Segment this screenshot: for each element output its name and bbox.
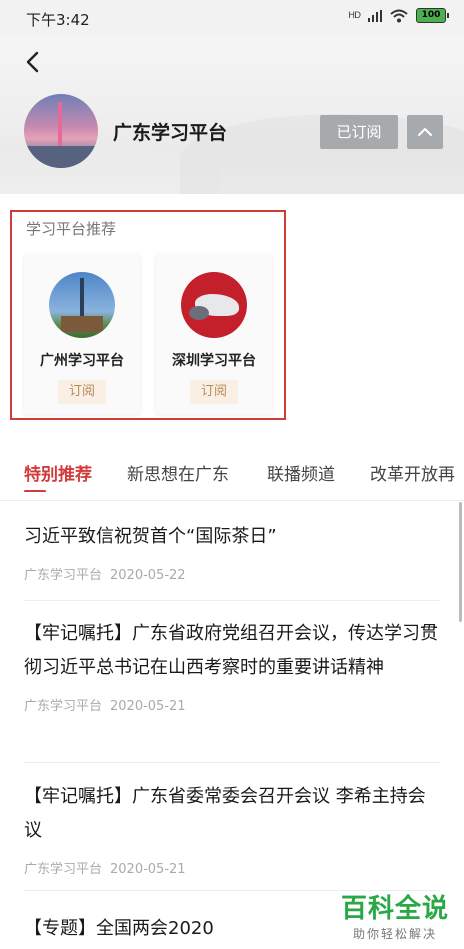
recommend-section: 学习平台推荐 广州学习平台 订阅 深圳学习平台 订阅 <box>10 210 286 420</box>
page-title: 广东学习平台 <box>113 122 228 144</box>
tab-new-thought[interactable]: 新思想在广东 <box>127 460 229 485</box>
channel-avatar <box>24 94 98 168</box>
scrollbar[interactable] <box>459 502 462 622</box>
avatar-water-shape <box>24 146 98 168</box>
collapse-button[interactable] <box>407 115 443 149</box>
watermark-main: 百科全说 <box>340 894 449 924</box>
news-title: 【牢记嘱托】广东省政府党组召开会议，传达学习贯彻习近平总书记在山西考察时的重要讲… <box>24 623 438 678</box>
news-date: 2020-05-22 <box>110 568 186 583</box>
news-date: 2020-05-21 <box>110 862 186 877</box>
recommend-card[interactable]: 深圳学习平台 订阅 <box>156 254 272 414</box>
subscribed-button[interactable]: 已订阅 <box>320 115 398 149</box>
logo-building-shape <box>61 316 103 332</box>
news-source: 广东学习平台 <box>24 568 103 583</box>
news-item[interactable]: 【牢记嘱托】广东省政府党组召开会议，传达学习贯彻习近平总书记在山西考察时的重要讲… <box>24 617 440 714</box>
status-time: 下午3:42 <box>26 11 90 29</box>
status-icons: HD 100 <box>348 8 449 23</box>
news-title: 【牢记嘱托】广东省委常委会召开会议 李希主持会议 <box>24 786 426 841</box>
watermark-sub: 助你轻松解决 <box>352 927 437 941</box>
shenzhen-logo <box>181 272 247 338</box>
tab-special[interactable]: 特别推荐 <box>24 460 92 485</box>
recommend-title: 学习平台推荐 <box>26 220 117 238</box>
wifi-icon <box>390 9 408 22</box>
news-item[interactable]: 【牢记嘱托】广东省委常委会召开会议 李希主持会议 广东学习平台 2020-05-2… <box>24 780 440 877</box>
subscribe-button[interactable]: 订阅 <box>190 380 238 404</box>
divider <box>24 762 440 763</box>
active-tab-indicator <box>24 490 46 492</box>
divider <box>0 500 464 501</box>
news-meta: 广东学习平台 2020-05-21 <box>24 695 440 714</box>
news-item[interactable]: 习近平致信祝贺首个“国际茶日” 广东学习平台 2020-05-22 <box>24 520 440 583</box>
recommend-name: 广州学习平台 <box>40 353 124 369</box>
news-meta: 广东学习平台 2020-05-21 <box>24 858 440 877</box>
status-bar: 下午3:42 HD 100 <box>0 0 464 36</box>
signal-icon: HD <box>348 10 361 21</box>
signal-bars-icon <box>368 9 382 22</box>
news-source: 广东学习平台 <box>24 862 103 877</box>
news-date: 2020-05-21 <box>110 699 186 714</box>
category-tabs: 特别推荐 新思想在广东 联播频道 改革开放再 <box>0 452 464 492</box>
watermark: 百科全说 助你轻松解决 <box>340 888 450 942</box>
avatar-tower-shape <box>58 102 62 148</box>
tab-broadcast[interactable]: 联播频道 <box>267 460 335 485</box>
channel-header: 广东学习平台 已订阅 <box>0 36 464 194</box>
guangzhou-logo <box>49 272 115 338</box>
back-arrow-icon[interactable] <box>22 50 46 74</box>
subscribe-button[interactable]: 订阅 <box>58 380 106 404</box>
chevron-up-icon <box>418 128 432 136</box>
tab-reform[interactable]: 改革开放再 <box>370 460 455 485</box>
divider <box>24 600 440 601</box>
logo-bull-shape <box>189 306 209 320</box>
battery-icon: 100 <box>416 8 449 23</box>
news-title: 习近平致信祝贺首个“国际茶日” <box>24 526 277 547</box>
news-meta: 广东学习平台 2020-05-22 <box>24 564 440 583</box>
recommend-card[interactable]: 广州学习平台 订阅 <box>24 254 140 414</box>
news-source: 广东学习平台 <box>24 699 103 714</box>
recommend-name: 深圳学习平台 <box>172 353 256 369</box>
